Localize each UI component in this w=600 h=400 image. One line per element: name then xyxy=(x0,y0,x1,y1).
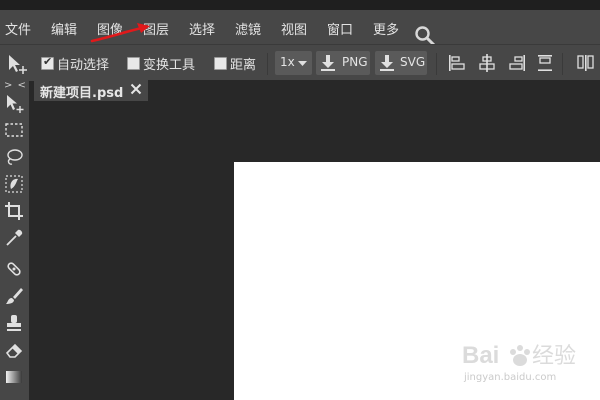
zoom-dropdown[interactable]: 1x xyxy=(275,51,312,75)
distribute-icon[interactable] xyxy=(576,54,594,72)
divider xyxy=(562,53,563,75)
chevron-down-icon xyxy=(298,61,307,66)
window-top-strip xyxy=(0,0,600,10)
zoom-value: 1x xyxy=(280,55,295,69)
svg-text:Bai: Bai xyxy=(462,342,499,369)
options-bar: ✔ 自动选择 变换工具 距离 1x PNG SVG xyxy=(0,44,600,81)
close-icon[interactable] xyxy=(130,83,142,95)
export-png-label: PNG xyxy=(342,55,368,69)
document-tab[interactable]: 新建项目.psd xyxy=(34,80,148,101)
document-tab-bar: 新建项目.psd xyxy=(34,80,600,101)
tool-panel: > < xyxy=(0,80,29,400)
clone-stamp-tool-icon[interactable] xyxy=(3,312,25,334)
marquee-tool-icon[interactable] xyxy=(3,119,25,141)
transform-controls-checkbox[interactable] xyxy=(127,57,140,70)
watermark-url: jingyan.baidu.com xyxy=(464,372,557,383)
baidu-jingyan-logo: Bai 经验 xyxy=(462,342,576,369)
brush-tool-icon[interactable] xyxy=(3,285,25,307)
lasso-tool-icon[interactable] xyxy=(3,146,25,168)
crop-tool-icon[interactable] xyxy=(3,200,25,222)
align-top-icon[interactable] xyxy=(536,54,554,72)
move-tool-icon[interactable] xyxy=(3,92,25,114)
align-center-icon[interactable] xyxy=(478,54,496,72)
move-arrow-icon[interactable] xyxy=(6,53,28,75)
download-icon xyxy=(321,55,335,71)
transform-controls-label: 变换工具 xyxy=(143,58,196,73)
export-png-button[interactable]: PNG xyxy=(316,51,370,75)
gradient-tool-icon[interactable] xyxy=(3,366,25,388)
menu-filter[interactable]: 滤镜 xyxy=(235,19,261,38)
eyedropper-tool-icon[interactable] xyxy=(3,227,25,249)
quick-select-tool-icon[interactable] xyxy=(3,173,25,195)
auto-select-checkbox[interactable]: ✔ xyxy=(41,55,54,70)
annotation-arrow-icon xyxy=(90,23,150,43)
menu-more[interactable]: 更多 xyxy=(373,19,399,38)
auto-select-label: 自动选择 xyxy=(57,58,110,73)
eraser-tool-icon[interactable] xyxy=(3,339,25,361)
distances-label: 距离 xyxy=(230,58,257,73)
svg-text:经验: 经验 xyxy=(532,344,576,369)
menu-window[interactable]: 窗口 xyxy=(327,19,353,38)
export-svg-label: SVG xyxy=(400,55,426,69)
download-icon xyxy=(380,55,394,71)
menu-edit[interactable]: 编辑 xyxy=(51,19,77,38)
menu-file[interactable]: 文件 xyxy=(5,19,31,38)
document-tab-title: 新建项目.psd xyxy=(40,86,124,101)
collapse-toggle[interactable]: > < xyxy=(4,80,27,91)
align-left-icon[interactable] xyxy=(448,54,466,72)
divider xyxy=(267,53,268,75)
distances-checkbox[interactable] xyxy=(214,57,227,70)
healing-brush-tool-icon[interactable] xyxy=(3,258,25,280)
align-right-icon[interactable] xyxy=(508,54,526,72)
menu-select[interactable]: 选择 xyxy=(189,19,215,38)
watermark: Bai 经验 jingyan.baidu.com xyxy=(458,336,598,386)
divider xyxy=(436,53,437,75)
checkmark-icon: ✔ xyxy=(43,55,53,68)
menu-view[interactable]: 视图 xyxy=(281,19,307,38)
export-svg-button[interactable]: SVG xyxy=(375,51,427,75)
